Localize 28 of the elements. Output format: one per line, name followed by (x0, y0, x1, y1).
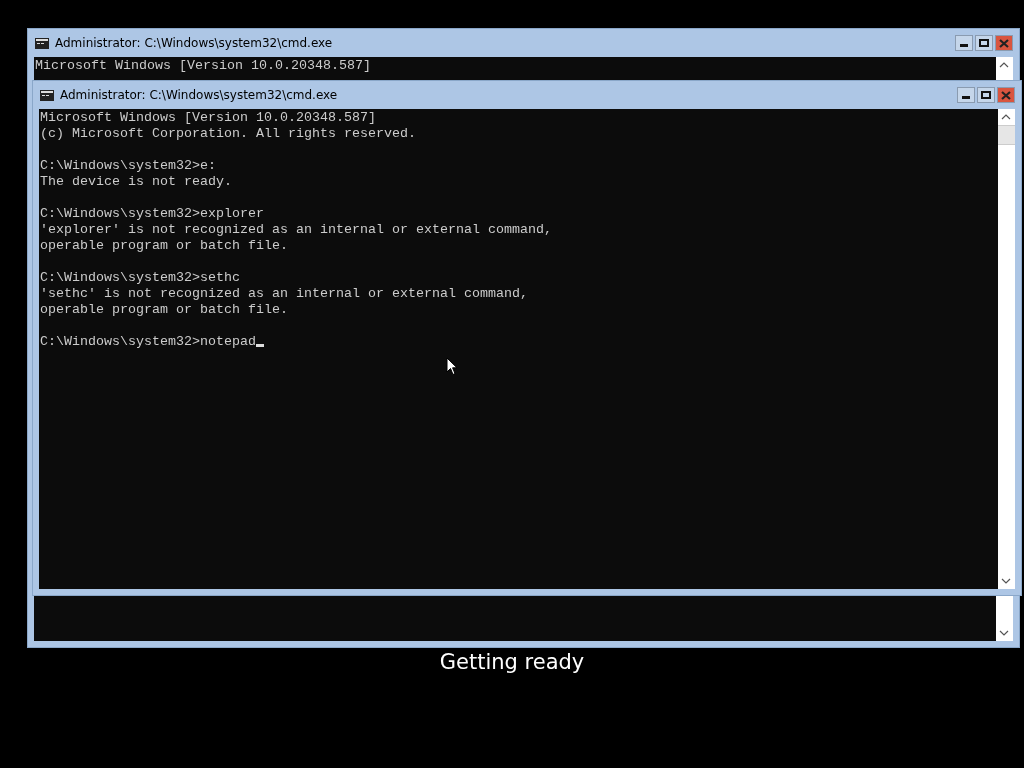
console-line: Microsoft Windows [Version 10.0.20348.587] (40, 110, 376, 125)
mouse-pointer-icon (446, 357, 458, 376)
console-line: Microsoft Windows [Version 10.0.20348.587] (35, 58, 371, 73)
minimize-button[interactable] (955, 35, 973, 51)
window-title: Administrator: C:\Windows\system32\cmd.exe (60, 88, 338, 102)
console-line: The device is not ready. (40, 174, 232, 189)
maximize-button[interactable] (977, 87, 995, 103)
console-line: C:\Windows\system32>sethc (40, 270, 240, 285)
minimize-button[interactable] (957, 87, 975, 103)
close-icon (1001, 90, 1011, 100)
console-line: operable program or batch file. (40, 302, 288, 317)
status-text: Getting ready (438, 650, 586, 674)
window-title: Administrator: C:\Windows\system32\cmd.exe (55, 36, 333, 50)
console-line: operable program or batch file. (40, 238, 288, 253)
console-line: 'sethc' is not recognized as an internal or external command, (40, 286, 528, 301)
close-button[interactable] (995, 35, 1013, 51)
close-icon (999, 38, 1009, 48)
console-line: (c) Microsoft Corporation. All rights reserved. (40, 126, 416, 141)
scrollbar[interactable] (998, 109, 1015, 589)
maximize-button[interactable] (975, 35, 993, 51)
console-icon (35, 37, 49, 49)
scroll-thumb[interactable] (998, 125, 1015, 145)
console-line: C:\Windows\system32>e: (40, 158, 216, 173)
console-line: 'explorer' is not recognized as an internal or external command, (40, 222, 552, 237)
close-button[interactable] (997, 87, 1015, 103)
console-line: C:\Windows\system32>notepad (40, 334, 256, 349)
console-line: C:\Windows\system32>explorer (40, 206, 264, 221)
console-icon (40, 89, 54, 101)
